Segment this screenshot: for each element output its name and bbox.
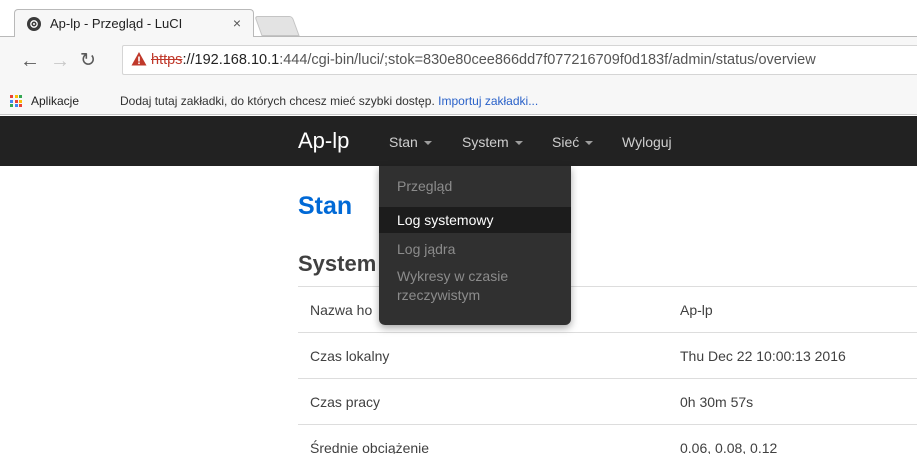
luci-navbar: Ap-lp Stan System Sieć Wyloguj — [0, 116, 917, 166]
browser-tab[interactable]: Ap-lp - Przegląd - LuCI × — [14, 9, 254, 37]
url-path: :444/cgi-bin/luci/;stok=830e80cee866dd7f… — [279, 52, 816, 68]
load-value: 0.06, 0.08, 0.12 — [668, 424, 917, 454]
caret-down-icon — [585, 141, 594, 146]
dropdown-item-wykresy-line1: Wykresy w czasie — [397, 268, 509, 284]
dropdown-item-przeglad[interactable]: Przegląd — [379, 177, 571, 196]
menu-system-label: System — [462, 134, 509, 150]
dropdown-item-wykresy-line2: rzeczywistym — [397, 287, 481, 303]
tab-close-icon[interactable]: × — [233, 15, 241, 31]
bookmarks-hint: Dodaj tutaj zakładki, do których chcesz … — [120, 94, 538, 108]
menu-stan-label: Stan — [389, 134, 418, 150]
arrow-right-icon[interactable]: → — [50, 51, 70, 71]
arrow-left-icon[interactable]: ← — [20, 51, 40, 71]
reload-icon[interactable]: ↻ — [80, 51, 96, 71]
new-tab-button[interactable] — [254, 16, 300, 36]
table-row: Średnie obciążenie 0.06, 0.08, 0.12 — [298, 424, 917, 454]
page-title: Stan — [298, 192, 353, 220]
router-favicon-icon — [27, 16, 41, 31]
bookmarks-hint-text: Dodaj tutaj zakładki, do których chcesz … — [120, 94, 435, 108]
caret-down-icon — [514, 141, 523, 146]
menu-system[interactable]: System — [462, 134, 523, 150]
apps-grid-icon[interactable] — [10, 95, 22, 107]
uptime-value: 0h 30m 57s — [668, 378, 917, 425]
dropdown-item-log-jadra[interactable]: Log jądra — [379, 240, 571, 259]
hostname-value: Ap-lp — [668, 286, 917, 333]
table-row: Czas lokalny Thu Dec 22 10:00:13 2016 — [298, 332, 917, 379]
browser-tabstrip: Ap-lp - Przegląd - LuCI × — [0, 0, 917, 37]
bookmark-apps[interactable]: Aplikacje — [31, 94, 79, 108]
menu-logout[interactable]: Wyloguj — [622, 134, 672, 150]
dropdown-item-wykresy[interactable]: Wykresy w czasie rzeczywistym — [379, 267, 571, 305]
menu-stan[interactable]: Stan — [389, 134, 432, 150]
import-bookmarks-link[interactable]: Importuj zakładki... — [438, 94, 538, 108]
address-bar[interactable]: https://192.168.10.1:444/cgi-bin/luci/;s… — [122, 45, 917, 75]
section-title: System — [298, 251, 377, 276]
url-scheme: https — [151, 52, 183, 68]
localtime-label: Czas lokalny — [298, 332, 668, 379]
bookmarks-bar: Aplikacje Dodaj tutaj zakładki, do który… — [0, 87, 917, 115]
warning-triangle-icon[interactable] — [131, 51, 147, 72]
caret-down-icon — [423, 141, 432, 146]
browser-toolbar: ← → ↻ https://192.168.10.1:444/cgi-bin/l… — [0, 37, 917, 87]
brand-hostname[interactable]: Ap-lp — [298, 128, 349, 154]
menu-siec[interactable]: Sieć — [552, 134, 594, 150]
dropdown-item-log-systemowy[interactable]: Log systemowy — [379, 207, 571, 233]
uptime-label: Czas pracy — [298, 378, 668, 425]
url-host: ://192.168.10.1 — [182, 52, 280, 68]
tab-title: Ap-lp - Przegląd - LuCI — [50, 16, 183, 31]
localtime-value: Thu Dec 22 10:00:13 2016 — [668, 332, 917, 379]
table-row: Czas pracy 0h 30m 57s — [298, 378, 917, 425]
stan-dropdown-menu: Przegląd Log systemowy Log jądra Wykresy… — [379, 166, 571, 325]
url-text[interactable]: https://192.168.10.1:444/cgi-bin/luci/;s… — [151, 52, 816, 68]
load-label: Średnie obciążenie — [298, 424, 668, 454]
menu-siec-label: Sieć — [552, 134, 580, 150]
